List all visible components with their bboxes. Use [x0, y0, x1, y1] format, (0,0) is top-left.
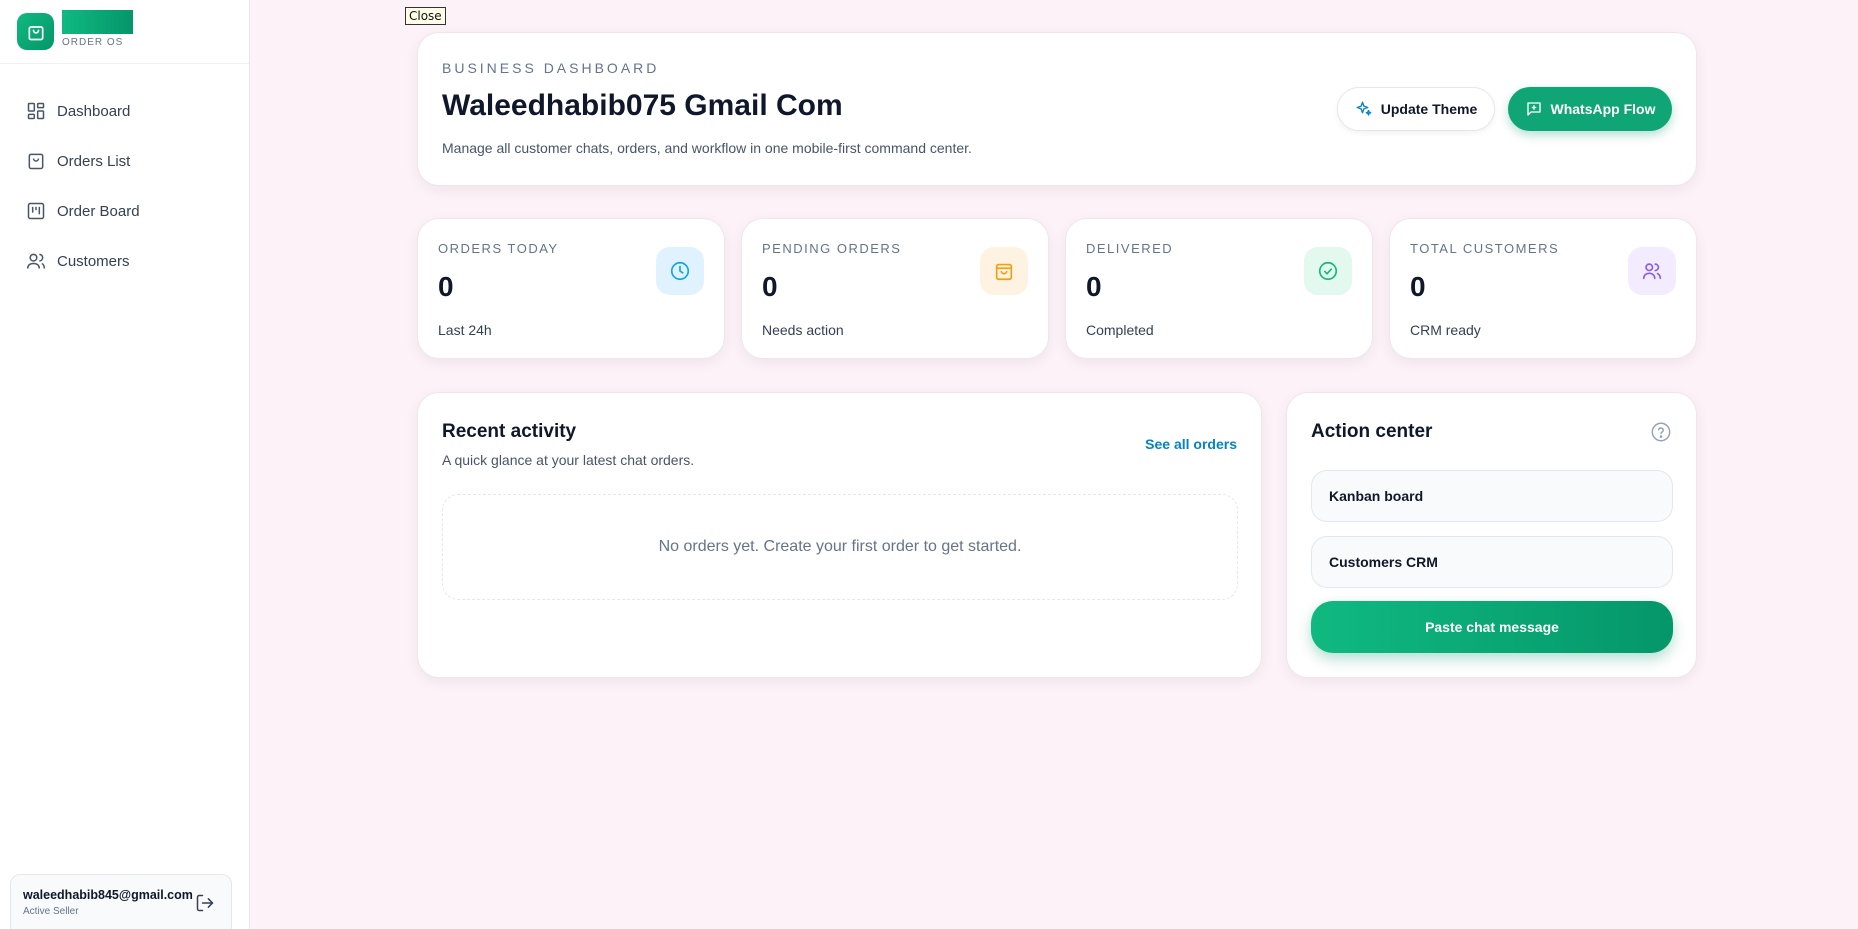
- sidebar-nav: Dashboard Orders List Order Board Custom…: [0, 64, 249, 286]
- hero-description: Manage all customer chats, orders, and w…: [442, 140, 972, 156]
- kanban-board-button[interactable]: Kanban board: [1311, 470, 1673, 522]
- stat-subtext: Completed: [1086, 322, 1154, 338]
- update-theme-label: Update Theme: [1380, 101, 1478, 117]
- check-circle-icon: [1318, 261, 1338, 281]
- sidebar-item-label: Order Board: [57, 202, 140, 220]
- help-circle-icon[interactable]: [1650, 421, 1672, 443]
- sidebar-item-orders-list[interactable]: Orders List: [0, 136, 249, 186]
- recent-activity-card: Recent activity A quick glance at your l…: [417, 392, 1262, 678]
- stat-label: ORDERS TODAY: [438, 241, 559, 256]
- kanban-icon: [26, 201, 46, 221]
- recent-activity-title: Recent activity: [442, 421, 577, 442]
- stat-icon-badge: [1304, 247, 1352, 295]
- user-role: Active Seller: [23, 906, 79, 917]
- empty-state: No orders yet. Create your first order t…: [442, 494, 1238, 600]
- brand: ORDER OS: [0, 0, 249, 64]
- stat-label: DELIVERED: [1086, 241, 1174, 256]
- brand-name-bar: [62, 9, 133, 34]
- sidebar-item-order-board[interactable]: Order Board: [0, 186, 249, 236]
- stat-icon-badge: [1628, 247, 1676, 295]
- stat-icon-badge: [980, 247, 1028, 295]
- close-button[interactable]: Close: [405, 7, 446, 25]
- whatsapp-flow-button[interactable]: WhatsApp Flow: [1508, 87, 1672, 131]
- stat-value: 0: [762, 271, 778, 302]
- stat-subtext: Needs action: [762, 322, 844, 338]
- clock-icon: [670, 261, 690, 281]
- logout-icon[interactable]: [195, 893, 215, 913]
- sidebar-item-dashboard[interactable]: Dashboard: [0, 86, 249, 136]
- stat-value: 0: [1086, 271, 1102, 302]
- sidebar: ORDER OS Dashboard Orders List Order Boa…: [0, 0, 250, 929]
- stat-label: PENDING ORDERS: [762, 241, 902, 256]
- sidebar-item-customers[interactable]: Customers: [0, 236, 249, 286]
- stat-value: 0: [438, 271, 454, 302]
- brand-subtitle: ORDER OS: [62, 36, 124, 48]
- shopping-bag-icon: [28, 25, 43, 40]
- paste-chat-message-button[interactable]: Paste chat message: [1311, 601, 1673, 653]
- brand-text: ORDER OS: [62, 9, 133, 48]
- stat-card-delivered: DELIVERED 0 Completed: [1065, 218, 1373, 359]
- user-email: waleedhabib845@gmail.com: [23, 888, 193, 902]
- stat-label: TOTAL CUSTOMERS: [1410, 241, 1560, 256]
- recent-activity-description: A quick glance at your latest chat order…: [442, 452, 695, 468]
- hero-eyebrow: BUSINESS DASHBOARD: [442, 60, 660, 76]
- empty-state-text: No orders yet. Create your first order t…: [658, 538, 1022, 555]
- update-theme-button[interactable]: Update Theme: [1337, 87, 1495, 131]
- action-center-card: Action center Kanban board Customers CRM…: [1286, 392, 1697, 678]
- message-plus-icon: [1526, 102, 1541, 116]
- brand-logo[interactable]: [17, 13, 54, 50]
- user-card: waleedhabib845@gmail.com Active Seller: [10, 874, 232, 929]
- hero-card: BUSINESS DASHBOARD Waleedhabib075 Gmail …: [417, 32, 1697, 186]
- dashboard-grid-icon: [26, 101, 46, 121]
- page-title: Waleedhabib075 Gmail Com: [442, 89, 843, 122]
- stat-subtext: CRM ready: [1410, 322, 1481, 338]
- users-icon: [26, 251, 46, 271]
- sidebar-item-label: Orders List: [57, 152, 131, 170]
- users-icon: [1642, 263, 1662, 280]
- stat-value: 0: [1410, 271, 1426, 302]
- action-center-title: Action center: [1311, 421, 1433, 442]
- sidebar-item-label: Dashboard: [57, 102, 131, 120]
- see-all-orders-link[interactable]: See all orders: [1145, 436, 1237, 452]
- stat-icon-badge: [656, 247, 704, 295]
- stat-subtext: Last 24h: [438, 322, 492, 338]
- stat-card-orders-today: ORDERS TODAY 0 Last 24h: [417, 218, 725, 359]
- shopping-bag-icon: [995, 263, 1013, 281]
- stat-card-total-customers: TOTAL CUSTOMERS 0 CRM ready: [1389, 218, 1697, 359]
- sparkles-icon: [1356, 101, 1372, 116]
- whatsapp-flow-label: WhatsApp Flow: [1550, 101, 1656, 117]
- customers-crm-button[interactable]: Customers CRM: [1311, 536, 1673, 588]
- sidebar-item-label: Customers: [57, 252, 130, 270]
- stat-card-pending-orders: PENDING ORDERS 0 Needs action: [741, 218, 1049, 359]
- shopping-bag-icon: [26, 151, 46, 171]
